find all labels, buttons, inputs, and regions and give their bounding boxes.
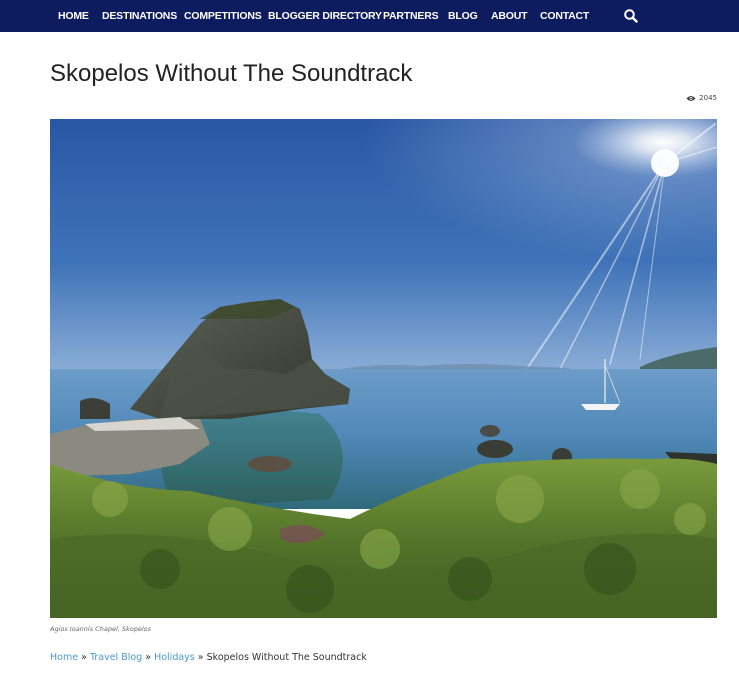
view-count: 2045 (699, 94, 717, 102)
nav-item-about[interactable]: ABOUT (491, 10, 528, 22)
image-caption: Agios Ioannis Chapel, Skopelos (50, 625, 152, 633)
breadcrumb-separator: » (197, 652, 204, 663)
top-navigation-bar: HOME DESTINATIONS COMPETITIONS BLOGGER D… (0, 0, 739, 32)
search-icon[interactable] (623, 8, 639, 24)
breadcrumb: Home » Travel Blog » Holidays » Skopelos… (50, 652, 367, 663)
page-title: Skopelos Without The Soundtrack (50, 60, 413, 87)
breadcrumb-separator: » (81, 652, 87, 663)
breadcrumb-current: Skopelos Without The Soundtrack (206, 652, 367, 663)
breadcrumb-separator: » (145, 652, 152, 663)
breadcrumb-link-travel-blog[interactable]: Travel Blog (90, 652, 142, 663)
breadcrumb-link-holidays[interactable]: Holidays (154, 652, 195, 663)
nav-item-partners[interactable]: PARTNERS (383, 10, 439, 22)
nav-item-blogger-directory[interactable]: BLOGGER DIRECTORY (268, 10, 382, 22)
nav-item-competitions[interactable]: COMPETITIONS (184, 10, 262, 22)
nav-item-contact[interactable]: CONTACT (540, 10, 589, 22)
nav-item-home[interactable]: HOME (58, 10, 89, 22)
nav-item-blog[interactable]: BLOG (448, 10, 478, 22)
eye-icon (686, 95, 696, 101)
breadcrumb-link-home[interactable]: Home (50, 652, 78, 663)
nav-item-destinations[interactable]: DESTINATIONS (102, 10, 177, 22)
featured-image (50, 119, 717, 618)
view-counter: 2045 (686, 94, 717, 102)
